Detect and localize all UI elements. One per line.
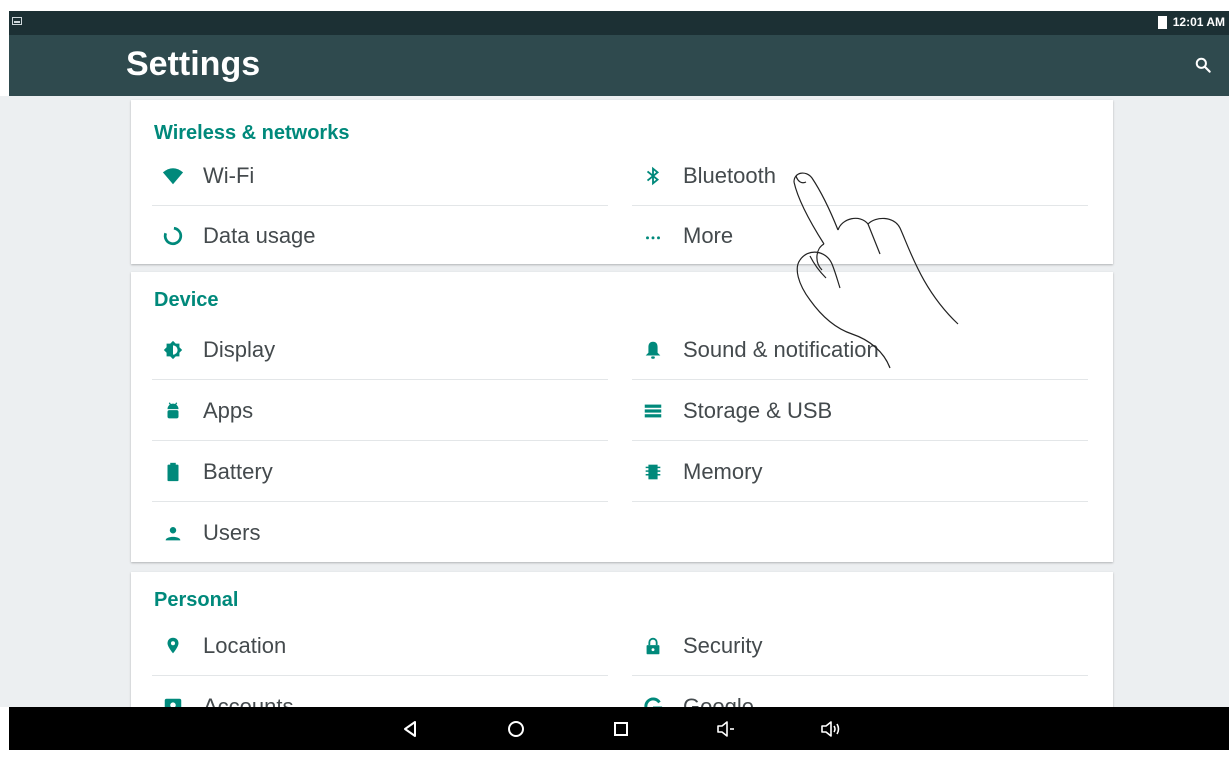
divider xyxy=(152,675,608,676)
navigation-bar xyxy=(9,707,1229,750)
setting-item-label: Bluetooth xyxy=(683,163,776,188)
setting-item-display[interactable]: Display xyxy=(152,320,608,380)
setting-item-label: Data usage xyxy=(203,223,316,248)
setting-item-label: Apps xyxy=(203,398,254,423)
section-wireless-networks: Wireless & networks Wi-Fi Bluetooth Data… xyxy=(131,100,1113,264)
divider xyxy=(632,501,1088,502)
setting-item-more[interactable]: More xyxy=(632,206,1088,266)
section-title-personal: Personal xyxy=(154,589,239,611)
setting-item-label: Display xyxy=(203,337,276,362)
setting-item-wifi[interactable]: Wi-Fi xyxy=(152,146,608,206)
android-icon xyxy=(167,402,179,419)
setting-item-label: Wi-Fi xyxy=(203,163,255,188)
bell-icon xyxy=(645,341,661,359)
setting-item-battery[interactable]: Battery xyxy=(152,442,608,502)
setting-item-memory[interactable]: Memory xyxy=(632,442,1088,502)
setting-item-label: Accounts xyxy=(203,694,294,707)
section-device: Device Display Sound & notification Apps… xyxy=(131,272,1113,562)
setting-item-data-usage[interactable]: Data usage xyxy=(152,206,608,266)
setting-item-label: Memory xyxy=(683,459,763,484)
setting-item-storage-usb[interactable]: Storage & USB xyxy=(632,381,1088,441)
setting-item-label: Sound & notification xyxy=(683,337,879,362)
divider xyxy=(632,440,1088,441)
divider xyxy=(632,379,1088,380)
setting-item-label: More xyxy=(683,223,734,248)
setting-item-label: Battery xyxy=(203,459,273,484)
data-usage-icon xyxy=(163,226,183,246)
status-time: 12:01 AM xyxy=(1172,15,1225,29)
section-title-wireless: Wireless & networks xyxy=(154,122,350,144)
setting-item-label: Location xyxy=(203,633,287,658)
setting-item-accounts[interactable]: Accounts xyxy=(152,677,608,707)
status-right: 12:01 AM xyxy=(1157,15,1225,29)
setting-item-security[interactable]: Security xyxy=(632,616,1088,676)
battery-status-icon xyxy=(1157,15,1167,29)
memory-icon xyxy=(645,464,661,480)
battery-icon xyxy=(167,462,179,482)
action-bar: Settings xyxy=(9,35,1229,96)
storage-icon xyxy=(644,404,662,418)
user-icon xyxy=(165,527,181,541)
setting-item-location[interactable]: Location xyxy=(152,616,608,676)
status-bar: 12:01 AM xyxy=(9,11,1229,35)
bluetooth-icon xyxy=(646,166,660,186)
setting-item-label: Storage & USB xyxy=(683,398,833,423)
setting-item-label: Security xyxy=(683,633,763,658)
setting-item-users[interactable]: Users xyxy=(152,503,608,563)
back-icon[interactable] xyxy=(399,717,423,741)
page-title: Settings xyxy=(126,45,261,83)
volume-up-icon[interactable] xyxy=(819,717,843,741)
google-icon xyxy=(644,697,663,707)
search-icon[interactable] xyxy=(1193,55,1213,75)
settings-screen: 12:01 AM Settings Wireless & networks Wi… xyxy=(0,0,1229,769)
display-icon xyxy=(163,340,183,360)
location-icon xyxy=(167,637,179,654)
wifi-icon xyxy=(162,168,184,185)
accounts-icon xyxy=(164,698,182,707)
divider xyxy=(152,501,608,502)
setting-item-apps[interactable]: Apps xyxy=(152,381,608,441)
setting-item-google[interactable]: Google xyxy=(632,677,1088,707)
recents-icon[interactable] xyxy=(609,717,633,741)
setting-item-label: Google xyxy=(683,694,754,707)
section-title-device: Device xyxy=(154,289,219,311)
divider xyxy=(152,379,608,380)
settings-list[interactable]: Wireless & networks Wi-Fi Bluetooth Data… xyxy=(0,96,1229,707)
divider xyxy=(632,675,1088,676)
gallery-notification-icon xyxy=(12,17,22,25)
volume-down-icon[interactable] xyxy=(714,717,738,741)
setting-item-bluetooth[interactable]: Bluetooth xyxy=(632,146,1088,206)
divider xyxy=(152,440,608,441)
home-icon[interactable] xyxy=(504,717,528,741)
lock-icon xyxy=(646,637,660,655)
more-icon xyxy=(646,236,660,240)
section-personal: Personal Location Security Accounts Goog… xyxy=(131,572,1113,707)
setting-item-label: Users xyxy=(203,520,261,545)
setting-item-sound-notification[interactable]: Sound & notification xyxy=(632,320,1088,380)
